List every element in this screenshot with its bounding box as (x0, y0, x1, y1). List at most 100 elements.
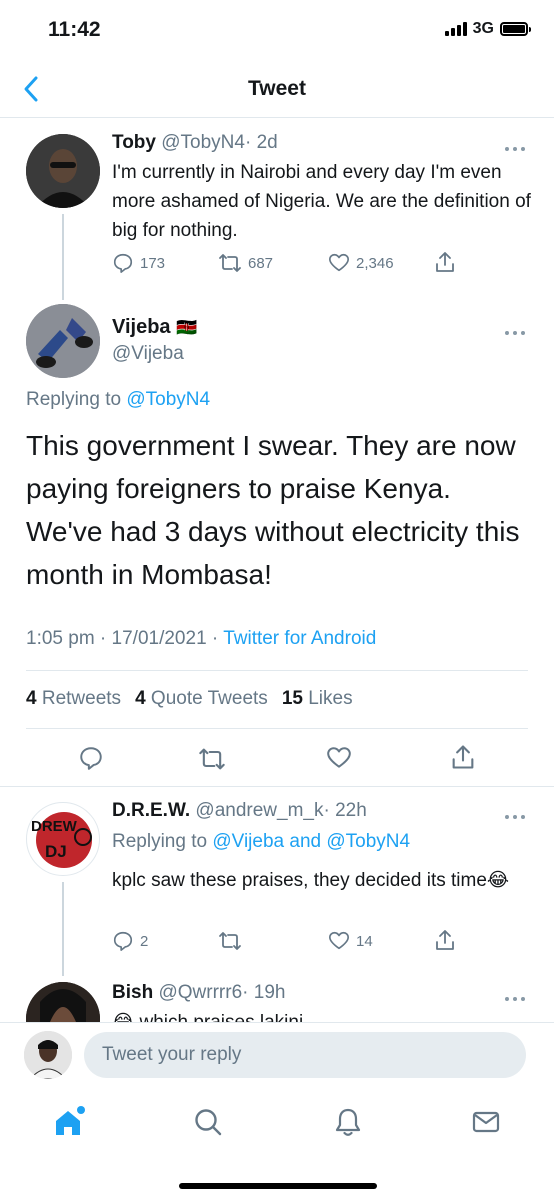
divider (26, 728, 528, 729)
more-icon (505, 147, 525, 151)
person-avatar-image (26, 134, 100, 208)
share-action[interactable] (434, 928, 456, 952)
tweet-text: I'm currently in Nairobi and every day I… (112, 162, 531, 241)
retweet-icon (199, 748, 225, 770)
replying-to: Replying to @Vijeba and @TobyN4 (112, 831, 410, 853)
retweet-action[interactable]: 687 (218, 252, 273, 274)
quotes-label: Quote Tweets (150, 688, 268, 709)
search-icon (195, 1109, 222, 1136)
emoji-laugh-icon: 😂 (486, 870, 510, 891)
author-handle[interactable]: @andrew_m_k (195, 800, 323, 821)
status-indicators: 3G (444, 20, 531, 38)
like-count: 14 (356, 932, 373, 950)
reply-icon (113, 931, 133, 951)
divider (26, 670, 528, 671)
share-action[interactable] (434, 250, 456, 274)
dj-logo-image: DREW DJ (31, 812, 92, 868)
quote-tweets-stat[interactable]: 4 Quote Tweets (135, 688, 268, 710)
share-button[interactable] (450, 743, 476, 771)
reply-action[interactable]: 2 (112, 930, 148, 952)
more-button[interactable] (503, 990, 527, 1001)
retweets-label: Retweets (41, 688, 122, 709)
more-icon (505, 815, 525, 819)
reply-composer (0, 1022, 554, 1092)
retweet-count: 687 (248, 254, 274, 272)
likes-stat[interactable]: 15 Likes (282, 688, 353, 710)
author-name[interactable]: Bish (112, 982, 153, 1003)
tweet-header-bish: Bish @Qwrrrr6· 19h (112, 982, 285, 1004)
more-button[interactable] (503, 324, 527, 335)
mail-icon (472, 1111, 500, 1133)
tab-search[interactable] (188, 1102, 228, 1142)
likes-label: Likes (308, 688, 353, 709)
divider (0, 786, 554, 787)
tab-messages[interactable] (466, 1102, 506, 1142)
thread-line (62, 214, 64, 300)
reply-icon (113, 253, 133, 273)
bell-icon (335, 1108, 361, 1136)
main-tweet-text: This government I swear. They are now pa… (26, 430, 520, 590)
author-handle[interactable]: @Vijeba (112, 343, 184, 365)
reply-button[interactable] (78, 745, 104, 771)
tweet-header-drew: D.R.E.W. @andrew_m_k· 22h (112, 800, 367, 822)
tweet-meta: 1:05 pm · 17/01/2021 · Twitter for Andro… (26, 628, 376, 650)
avatar-vijeba[interactable] (26, 304, 100, 378)
person-avatar-image (24, 1031, 72, 1079)
retweet-button[interactable] (198, 746, 226, 772)
retweets-stat[interactable]: 4 Retweets (26, 688, 121, 710)
more-button[interactable] (503, 140, 527, 151)
more-icon (505, 331, 525, 335)
replying-to-link[interactable]: @TobyN4 (126, 389, 210, 410)
tweet-text: kplc saw these praises, they decided its… (112, 870, 487, 891)
tweet-time: · 19h (242, 982, 286, 1003)
nav-header: Tweet (0, 60, 554, 118)
tweet-text-drew: kplc saw these praises, they decided its… (112, 866, 512, 895)
network-label: 3G (472, 20, 494, 37)
page-title: Tweet (248, 77, 306, 100)
author-name[interactable]: Toby (112, 132, 156, 153)
avatar-text-drew: DREW (31, 818, 78, 835)
person-avatar-image (26, 982, 100, 1022)
reply-2-clip: Bish @Qwrrrr6· 19h 😂 which praises lakin… (0, 966, 554, 1022)
tweet-time: · 22h (323, 800, 367, 821)
avatar-drew[interactable]: DREW DJ (26, 802, 100, 876)
tab-home[interactable] (48, 1102, 88, 1142)
like-count: 2,346 (356, 254, 394, 272)
quotes-count: 4 (135, 688, 146, 709)
tweet-time: · 2d (244, 132, 278, 153)
replying-to-link[interactable]: @Vijeba and @TobyN4 (212, 831, 410, 852)
more-icon (505, 997, 525, 1001)
share-icon (452, 745, 474, 769)
battery-icon (500, 22, 531, 36)
retweets-count: 4 (26, 688, 37, 709)
share-icon (436, 252, 454, 272)
reply-icon (80, 747, 102, 770)
my-avatar[interactable] (24, 1031, 72, 1079)
like-button[interactable] (326, 745, 352, 771)
tweet-source-link[interactable]: Twitter for Android (223, 628, 376, 649)
likes-count: 15 (281, 688, 303, 709)
kenya-flag-icon: 🇰🇪 (176, 318, 198, 337)
share-icon (436, 930, 454, 950)
home-icon (56, 1106, 85, 1135)
author-handle[interactable]: @TobyN4 (161, 132, 245, 153)
person-avatar-image (26, 304, 100, 378)
more-button[interactable] (503, 808, 527, 819)
like-action[interactable]: 14 (328, 930, 373, 952)
avatar-text-dj: DJ (45, 842, 67, 861)
author-name[interactable]: D.R.E.W. (112, 800, 190, 821)
author-handle[interactable]: @Qwrrrr6 (158, 982, 242, 1003)
reply-input[interactable] (84, 1032, 526, 1078)
heart-icon (329, 931, 349, 950)
like-action[interactable]: 2,346 (328, 252, 394, 274)
retweet-action[interactable] (218, 930, 242, 952)
tab-notifications[interactable] (328, 1102, 368, 1142)
heart-icon (329, 253, 349, 272)
avatar-bish[interactable] (26, 982, 100, 1022)
tweet-timestamp: 1:05 pm · 17/01/2021 · (26, 628, 219, 649)
author-name[interactable]: Vijeba (112, 316, 171, 338)
reply-action[interactable]: 173 (112, 252, 165, 274)
avatar-toby[interactable] (26, 134, 100, 208)
status-time: 11:42 (48, 18, 101, 41)
reply-count: 2 (140, 932, 149, 950)
